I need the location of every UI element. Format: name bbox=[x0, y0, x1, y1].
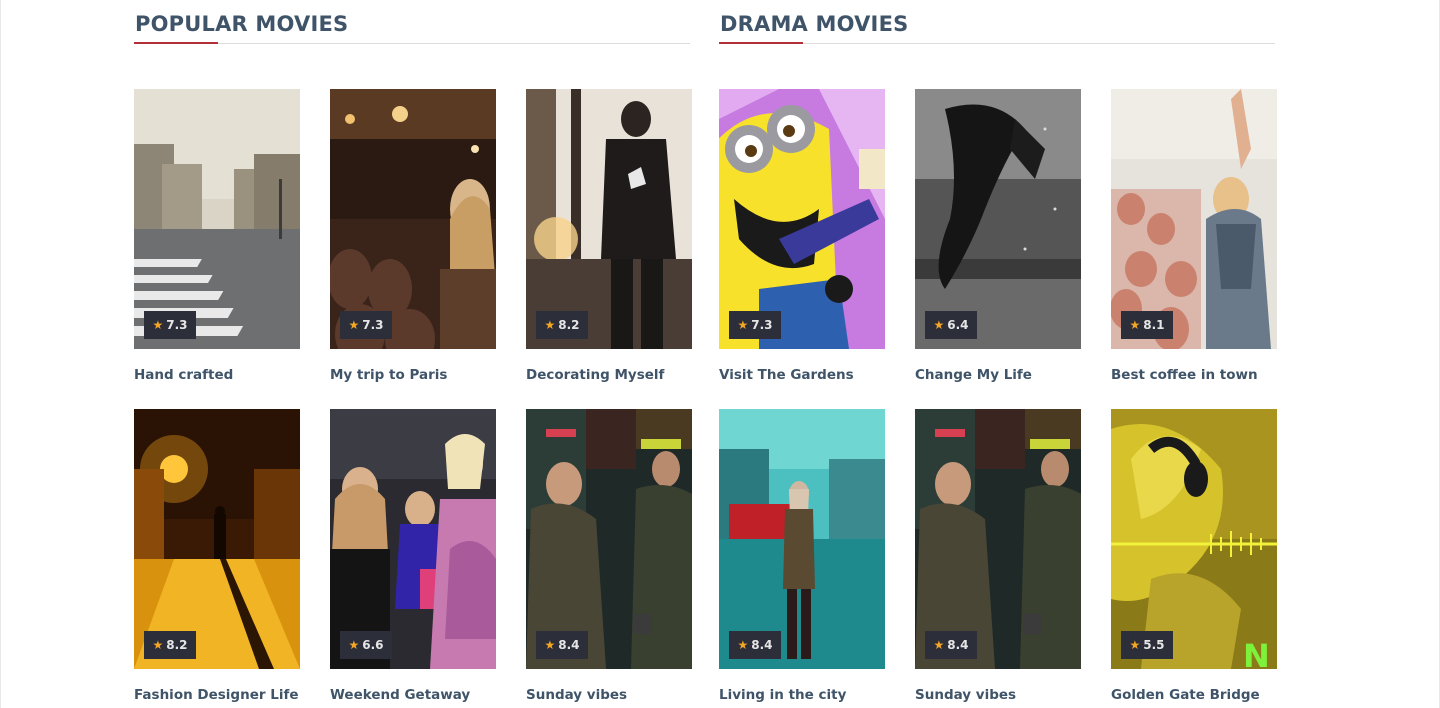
movie-title[interactable]: Living in the city bbox=[719, 687, 909, 703]
movie-poster[interactable]: ★ 8.2 bbox=[526, 89, 692, 349]
star-icon: ★ bbox=[1129, 638, 1141, 652]
title-accent-bar bbox=[719, 42, 803, 44]
movie-card[interactable]: ★ 6.4 Change My Life bbox=[915, 89, 1081, 383]
movie-poster[interactable]: ★ 8.1 bbox=[1111, 89, 1277, 349]
rating-value: 8.4 bbox=[558, 638, 580, 652]
movie-title[interactable]: Weekend Getaway bbox=[330, 687, 520, 703]
rating-value: 8.2 bbox=[558, 318, 580, 332]
movie-poster[interactable]: ★ 6.4 bbox=[915, 89, 1081, 349]
movie-card[interactable]: ★ 6.6 Weekend Getaway bbox=[330, 409, 496, 703]
rating-badge: ★ 8.2 bbox=[536, 311, 588, 339]
movie-card[interactable]: ★ 7.3 Visit The Gardens bbox=[719, 89, 885, 383]
movie-poster[interactable]: ★ 8.4 bbox=[526, 409, 692, 669]
rating-badge: ★ 5.5 bbox=[1121, 631, 1173, 659]
movie-poster[interactable]: ★ 7.3 bbox=[330, 89, 496, 349]
svg-text:N: N bbox=[1243, 637, 1270, 669]
movie-title[interactable]: Visit The Gardens bbox=[719, 367, 909, 383]
star-icon: ★ bbox=[737, 318, 749, 332]
movie-card[interactable]: ★ 8.4 Sunday vibes bbox=[915, 409, 1081, 703]
rating-value: 5.5 bbox=[1143, 638, 1165, 652]
movie-poster[interactable]: ★ 7.3 bbox=[719, 89, 885, 349]
movie-card[interactable]: ★ 8.4 Sunday vibes bbox=[526, 409, 692, 703]
movie-title[interactable]: My trip to Paris bbox=[330, 367, 520, 383]
movie-title[interactable]: Sunday vibes bbox=[915, 687, 1105, 703]
rating-badge: ★ 6.6 bbox=[340, 631, 392, 659]
rating-badge: ★ 7.3 bbox=[729, 311, 781, 339]
movie-poster[interactable]: ★ 6.6 bbox=[330, 409, 496, 669]
movie-title[interactable]: Golden Gate Bridge bbox=[1111, 687, 1301, 703]
movie-poster[interactable]: ★ 8.2 bbox=[134, 409, 300, 669]
rating-badge: ★ 8.4 bbox=[729, 631, 781, 659]
rating-value: 8.2 bbox=[166, 638, 188, 652]
rating-badge: ★ 8.1 bbox=[1121, 311, 1173, 339]
rating-value: 8.4 bbox=[751, 638, 773, 652]
movie-title[interactable]: Hand crafted bbox=[134, 367, 324, 383]
title-accent-bar bbox=[134, 42, 218, 44]
star-icon: ★ bbox=[544, 638, 556, 652]
movie-title[interactable]: Best coffee in town bbox=[1111, 367, 1301, 383]
star-icon: ★ bbox=[152, 318, 164, 332]
section-title: DRAMA MOVIES bbox=[720, 12, 909, 36]
movie-poster[interactable]: ★ 7.3 bbox=[134, 89, 300, 349]
rating-badge: ★ 8.2 bbox=[144, 631, 196, 659]
movie-card[interactable]: ★ 8.2 Decorating Myself bbox=[526, 89, 692, 383]
rating-badge: ★ 7.3 bbox=[144, 311, 196, 339]
movie-card[interactable]: ★ 8.1 Best coffee in town bbox=[1111, 89, 1277, 383]
movie-card[interactable]: ★ 8.4 Living in the city bbox=[719, 409, 885, 703]
rating-value: 8.1 bbox=[1143, 318, 1165, 332]
movie-card[interactable]: ★ 7.3 My trip to Paris bbox=[330, 89, 496, 383]
movie-title[interactable]: Decorating Myself bbox=[526, 367, 716, 383]
rating-badge: ★ 8.4 bbox=[536, 631, 588, 659]
rating-value: 6.4 bbox=[947, 318, 969, 332]
movie-poster[interactable]: ★ 8.4 bbox=[915, 409, 1081, 669]
star-icon: ★ bbox=[737, 638, 749, 652]
star-icon: ★ bbox=[348, 318, 360, 332]
movie-title[interactable]: Fashion Designer Life bbox=[134, 687, 324, 703]
star-icon: ★ bbox=[152, 638, 164, 652]
rating-badge: ★ 8.4 bbox=[925, 631, 977, 659]
rating-value: 7.3 bbox=[166, 318, 188, 332]
rating-value: 6.6 bbox=[362, 638, 384, 652]
star-icon: ★ bbox=[933, 318, 945, 332]
star-icon: ★ bbox=[1129, 318, 1141, 332]
rating-value: 7.3 bbox=[751, 318, 773, 332]
rating-badge: ★ 6.4 bbox=[925, 311, 977, 339]
movie-card[interactable]: ★ 7.3 Hand crafted bbox=[134, 89, 300, 383]
section-title: POPULAR MOVIES bbox=[135, 12, 349, 36]
rating-badge: ★ 7.3 bbox=[340, 311, 392, 339]
movie-card[interactable]: ★ 8.2 Fashion Designer Life bbox=[134, 409, 300, 703]
star-icon: ★ bbox=[933, 638, 945, 652]
movie-card[interactable]: N ★ 5.5 Golden Gate Bridge bbox=[1111, 409, 1277, 703]
movie-poster[interactable]: N ★ 5.5 bbox=[1111, 409, 1277, 669]
movie-title[interactable]: Sunday vibes bbox=[526, 687, 716, 703]
rating-value: 8.4 bbox=[947, 638, 969, 652]
star-icon: ★ bbox=[544, 318, 556, 332]
movie-poster[interactable]: ★ 8.4 bbox=[719, 409, 885, 669]
movie-title[interactable]: Change My Life bbox=[915, 367, 1105, 383]
star-icon: ★ bbox=[348, 638, 360, 652]
rating-value: 7.3 bbox=[362, 318, 384, 332]
window-frame-left bbox=[0, 0, 1, 708]
